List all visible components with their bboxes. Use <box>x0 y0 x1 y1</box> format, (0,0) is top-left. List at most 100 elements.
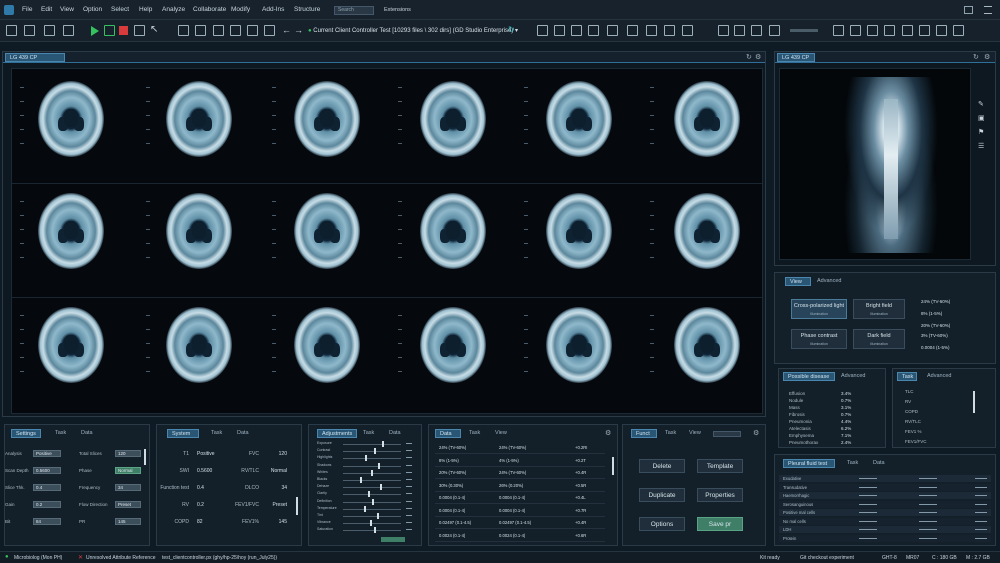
align-icon[interactable] <box>718 25 729 36</box>
adjust-slider[interactable] <box>343 441 401 447</box>
settings-field[interactable]: 145 <box>115 518 141 525</box>
settings-field[interactable]: Normal <box>115 467 141 474</box>
adjust-slider[interactable] <box>343 505 401 512</box>
cursor-icon[interactable]: ↖ <box>150 25 161 36</box>
tab-data[interactable]: Data <box>81 429 93 438</box>
status-warning[interactable]: Unresolved Attribute Reference <box>86 555 155 561</box>
search-input[interactable]: Search <box>334 6 374 15</box>
menu-collaborate[interactable]: Collaborate <box>193 6 226 13</box>
tab-task[interactable]: Task <box>469 429 480 438</box>
adjust-slider[interactable] <box>343 520 401 527</box>
menu-file[interactable]: File <box>22 6 32 13</box>
settings-field[interactable]: 34 <box>115 484 141 491</box>
document-copy-icon[interactable] <box>588 25 599 36</box>
tab-view[interactable]: View <box>495 429 507 438</box>
slider-knob[interactable] <box>359 477 362 483</box>
upload-icon[interactable] <box>664 25 675 36</box>
slider-knob[interactable] <box>368 491 371 498</box>
tab-data[interactable]: Data <box>389 429 401 438</box>
tab-task[interactable]: Task <box>847 459 858 468</box>
debug-icon[interactable] <box>104 25 115 36</box>
settings-scrollbar[interactable] <box>144 449 146 465</box>
sync-icon[interactable]: ↻ <box>508 25 515 34</box>
adjust-slider[interactable] <box>343 469 401 476</box>
settings-icon[interactable]: ⚙ <box>605 429 611 437</box>
file-search-icon[interactable] <box>247 25 258 36</box>
home-icon[interactable] <box>734 25 745 36</box>
window-icon[interactable] <box>964 6 973 14</box>
stack-icon[interactable] <box>682 25 693 36</box>
tab-advanced[interactable]: Advanced <box>817 277 841 286</box>
adjust-slider[interactable] <box>343 527 401 534</box>
slider-knob[interactable] <box>376 513 379 519</box>
document-search-icon[interactable] <box>571 25 582 36</box>
forward-arrow-icon[interactable]: → <box>294 25 303 35</box>
duplicate-button[interactable]: Duplicate <box>639 488 685 502</box>
pen-icon[interactable]: ✎ <box>978 100 984 108</box>
settings-field[interactable]: Positive <box>33 450 61 457</box>
brain-scan[interactable] <box>166 193 232 269</box>
menu-view[interactable]: View <box>60 6 74 13</box>
brain-scan[interactable] <box>294 81 360 157</box>
slider-knob[interactable] <box>369 520 372 527</box>
brain-scan[interactable] <box>38 81 104 157</box>
distribute-icon[interactable] <box>751 25 762 36</box>
adjust-slider[interactable] <box>343 448 401 455</box>
menu-option[interactable]: Option <box>83 6 102 13</box>
history-icon[interactable] <box>919 25 930 36</box>
slider-knob[interactable] <box>364 505 367 512</box>
dark-field-button[interactable]: Dark field Illumination <box>853 329 905 349</box>
tab-system[interactable]: System <box>167 429 199 438</box>
menu-extensions[interactable]: Extensions <box>384 7 411 13</box>
pin-icon[interactable] <box>264 25 275 36</box>
slider-knob[interactable] <box>377 462 380 469</box>
adjust-slider[interactable] <box>343 455 401 462</box>
tab-task[interactable]: Task <box>211 429 222 438</box>
document-edit-icon[interactable] <box>554 25 565 36</box>
bright-field-button[interactable]: Bright field Illumination <box>853 299 905 319</box>
adjust-slider[interactable] <box>343 491 401 498</box>
copy-icon[interactable] <box>936 25 947 36</box>
menu-edit[interactable]: Edit <box>41 6 52 13</box>
options-button[interactable]: Options <box>639 517 685 531</box>
menu-modify[interactable]: Modify <box>231 6 250 13</box>
delete-button[interactable]: Delete <box>639 459 685 473</box>
task-item[interactable]: FEV1/FVC <box>905 439 927 444</box>
brain-scan[interactable] <box>38 307 104 383</box>
brain-scan[interactable] <box>166 81 232 157</box>
zoom-slider[interactable] <box>790 29 818 32</box>
settings-field[interactable]: 0.4 <box>33 484 61 491</box>
file-export-icon[interactable] <box>230 25 241 36</box>
new-document-icon[interactable] <box>537 25 548 36</box>
properties-button[interactable]: Properties <box>697 488 743 502</box>
menu-structure[interactable]: Structure <box>294 6 320 13</box>
grid-icon[interactable] <box>24 25 35 36</box>
brain-scan[interactable] <box>674 193 740 269</box>
system-scrollbar[interactable] <box>296 497 298 515</box>
gear-icon[interactable]: ⚙ <box>984 53 990 61</box>
brain-scan[interactable] <box>38 193 104 269</box>
archive-icon[interactable] <box>850 25 861 36</box>
export-icon[interactable] <box>953 25 964 36</box>
slider-knob[interactable] <box>365 455 368 462</box>
task-item[interactable]: TLC <box>905 389 914 394</box>
file-open-icon[interactable] <box>195 25 206 36</box>
brain-scan[interactable] <box>546 81 612 157</box>
restart-icon[interactable] <box>134 25 145 36</box>
tab-possible-disease[interactable]: Possible disease <box>783 372 835 381</box>
brain-scan[interactable] <box>420 193 486 269</box>
settings-field[interactable]: 84 <box>33 518 61 525</box>
status-file-path[interactable]: test_clientcontroller.px (ghy/hp-25\hoy … <box>162 555 277 561</box>
tab-view[interactable]: View <box>689 429 701 438</box>
menu-select[interactable]: Select <box>111 6 129 13</box>
task-item[interactable]: RV <box>905 399 911 404</box>
tab-data[interactable]: Data <box>873 459 885 468</box>
tab-view[interactable]: View <box>785 277 811 286</box>
settings-field[interactable]: Preset <box>115 501 141 508</box>
gear-icon[interactable]: ⚙ <box>753 429 759 437</box>
brain-scan[interactable] <box>294 307 360 383</box>
gear-icon[interactable]: ⚙ <box>755 53 761 61</box>
brain-scan[interactable] <box>420 81 486 157</box>
status-branch[interactable]: Microbiolog (Mon PH) <box>14 555 62 561</box>
adjust-slider[interactable] <box>343 513 401 519</box>
